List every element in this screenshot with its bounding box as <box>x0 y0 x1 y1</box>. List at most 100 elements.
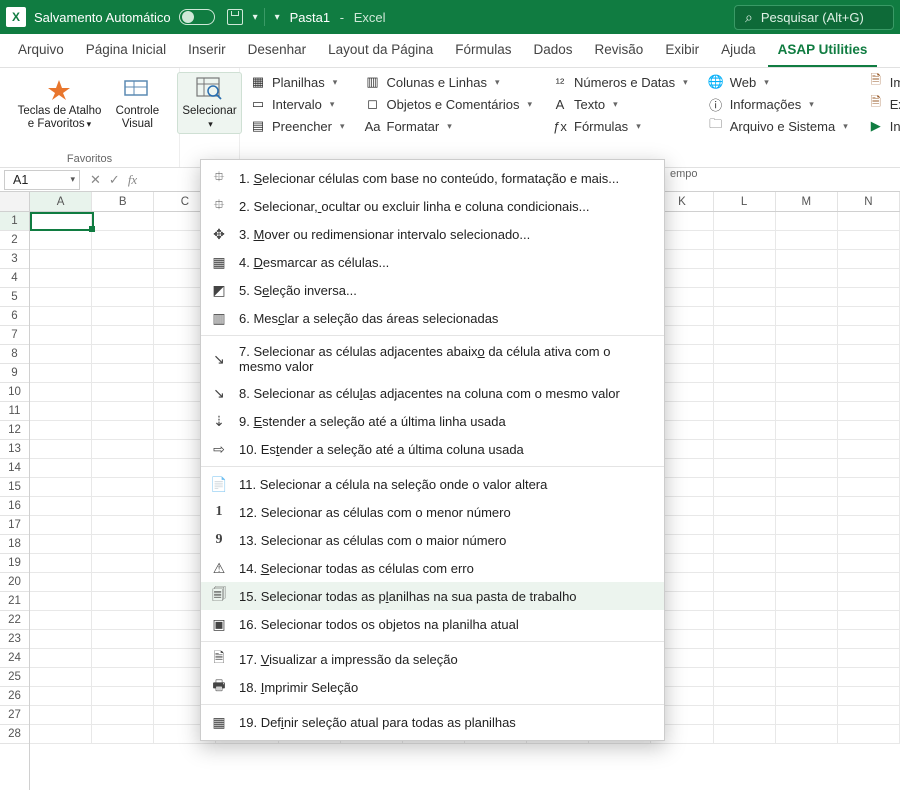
cell[interactable] <box>92 706 154 725</box>
ribbon-f-rmulas-button[interactable]: ƒxFórmulas▾ <box>548 116 692 136</box>
cell[interactable] <box>838 345 900 364</box>
menu-item[interactable]: 🖶18. Imprimir Seleção <box>201 673 664 701</box>
cell[interactable] <box>92 725 154 744</box>
cell[interactable] <box>838 383 900 402</box>
cell[interactable] <box>92 269 154 288</box>
cell[interactable] <box>30 687 92 706</box>
row-header[interactable]: 24 <box>0 649 29 668</box>
cell[interactable] <box>714 326 776 345</box>
ribbon-colunas-e-linhas-button[interactable]: ▥Colunas e Linhas▾ <box>361 72 536 92</box>
cell[interactable] <box>714 250 776 269</box>
row-header[interactable]: 23 <box>0 630 29 649</box>
cell[interactable] <box>776 212 838 231</box>
row-header[interactable]: 20 <box>0 573 29 592</box>
cell[interactable] <box>92 288 154 307</box>
cell[interactable] <box>776 497 838 516</box>
cell[interactable] <box>838 554 900 573</box>
row-header[interactable]: 26 <box>0 687 29 706</box>
cell[interactable] <box>776 402 838 421</box>
column-header[interactable]: A <box>30 192 92 211</box>
tab-inserir[interactable]: Inserir <box>178 36 236 67</box>
cell[interactable] <box>30 250 92 269</box>
cell[interactable] <box>30 459 92 478</box>
menu-item[interactable]: 📄11. Selecionar a célula na seleção onde… <box>201 470 664 498</box>
cell[interactable] <box>838 250 900 269</box>
cell[interactable] <box>30 383 92 402</box>
cell[interactable] <box>92 573 154 592</box>
cell[interactable] <box>776 459 838 478</box>
ribbon-exp-button[interactable]: 🗎Exp <box>864 94 900 114</box>
fx-icon[interactable]: fx <box>128 172 137 188</box>
cell[interactable] <box>714 440 776 459</box>
row-header[interactable]: 13 <box>0 440 29 459</box>
cell[interactable] <box>776 269 838 288</box>
select-all-corner[interactable] <box>0 192 29 212</box>
cell[interactable] <box>30 554 92 573</box>
cell[interactable] <box>714 535 776 554</box>
cell[interactable] <box>776 649 838 668</box>
cell[interactable] <box>714 725 776 744</box>
ribbon-web-button[interactable]: 🌐Web▾ <box>704 72 852 92</box>
ribbon-intervalo-button[interactable]: ▭Intervalo▾ <box>246 94 349 114</box>
cell[interactable] <box>714 231 776 250</box>
menu-item[interactable]: 913. Selecionar as células com o maior n… <box>201 526 664 554</box>
menu-item[interactable]: ⚠14. Selecionar todas as células com err… <box>201 554 664 582</box>
row-header[interactable]: 18 <box>0 535 29 554</box>
cell[interactable] <box>776 611 838 630</box>
cell[interactable] <box>714 497 776 516</box>
tab-asap-utilities[interactable]: ASAP Utilities <box>768 36 878 67</box>
row-header[interactable]: 9 <box>0 364 29 383</box>
menu-item[interactable]: ▦4. Desmarcar as células... <box>201 248 664 276</box>
cell[interactable] <box>30 611 92 630</box>
cell[interactable] <box>92 421 154 440</box>
row-header[interactable]: 7 <box>0 326 29 345</box>
visual-control-button[interactable]: ControleVisual <box>108 72 166 134</box>
cell[interactable] <box>30 649 92 668</box>
cell[interactable] <box>838 269 900 288</box>
cell[interactable] <box>714 706 776 725</box>
qat-dropdown-icon[interactable]: ▾ <box>253 12 258 23</box>
save-icon[interactable] <box>227 9 243 25</box>
row-header[interactable]: 27 <box>0 706 29 725</box>
row-header[interactable]: 11 <box>0 402 29 421</box>
cell[interactable] <box>838 649 900 668</box>
cell[interactable] <box>714 269 776 288</box>
cell[interactable] <box>776 668 838 687</box>
menu-item[interactable]: 🗐15. Selecionar todas as planilhas na su… <box>201 582 664 610</box>
row-header[interactable]: 22 <box>0 611 29 630</box>
cell[interactable] <box>838 706 900 725</box>
cell[interactable] <box>30 592 92 611</box>
cell[interactable] <box>30 725 92 744</box>
cell[interactable] <box>838 364 900 383</box>
cell[interactable] <box>714 592 776 611</box>
cell[interactable] <box>92 630 154 649</box>
menu-item[interactable]: ⯐1. Selecionar células com base no conte… <box>201 164 664 192</box>
row-header[interactable]: 17 <box>0 516 29 535</box>
ribbon-arquivo-e-sistema-button[interactable]: 🗀Arquivo e Sistema▾ <box>704 116 852 136</box>
cell[interactable] <box>838 478 900 497</box>
cancel-icon[interactable]: ✕ <box>90 172 101 188</box>
ribbon-inic-button[interactable]: ▶Inic <box>864 116 900 136</box>
tab-desenhar[interactable]: Desenhar <box>238 36 317 67</box>
cell[interactable] <box>92 440 154 459</box>
cell[interactable] <box>776 478 838 497</box>
menu-item[interactable]: ▥6. Mesclar a seleção das áreas selecion… <box>201 304 664 332</box>
cell[interactable] <box>714 687 776 706</box>
cell[interactable] <box>714 288 776 307</box>
cell[interactable] <box>776 288 838 307</box>
cell[interactable] <box>838 725 900 744</box>
row-header[interactable]: 21 <box>0 592 29 611</box>
cell[interactable] <box>776 706 838 725</box>
cell[interactable] <box>838 592 900 611</box>
cell[interactable] <box>92 383 154 402</box>
cell[interactable] <box>714 516 776 535</box>
name-box[interactable]: A1 ▾ <box>4 170 80 190</box>
cell[interactable] <box>92 535 154 554</box>
cell[interactable] <box>714 478 776 497</box>
cell[interactable] <box>714 383 776 402</box>
cell[interactable] <box>714 212 776 231</box>
row-header[interactable]: 12 <box>0 421 29 440</box>
menu-item[interactable]: ▦19. Definir seleção atual para todas as… <box>201 708 664 736</box>
menu-item[interactable]: ▣16. Selecionar todos os objetos na plan… <box>201 610 664 638</box>
cell[interactable] <box>92 478 154 497</box>
